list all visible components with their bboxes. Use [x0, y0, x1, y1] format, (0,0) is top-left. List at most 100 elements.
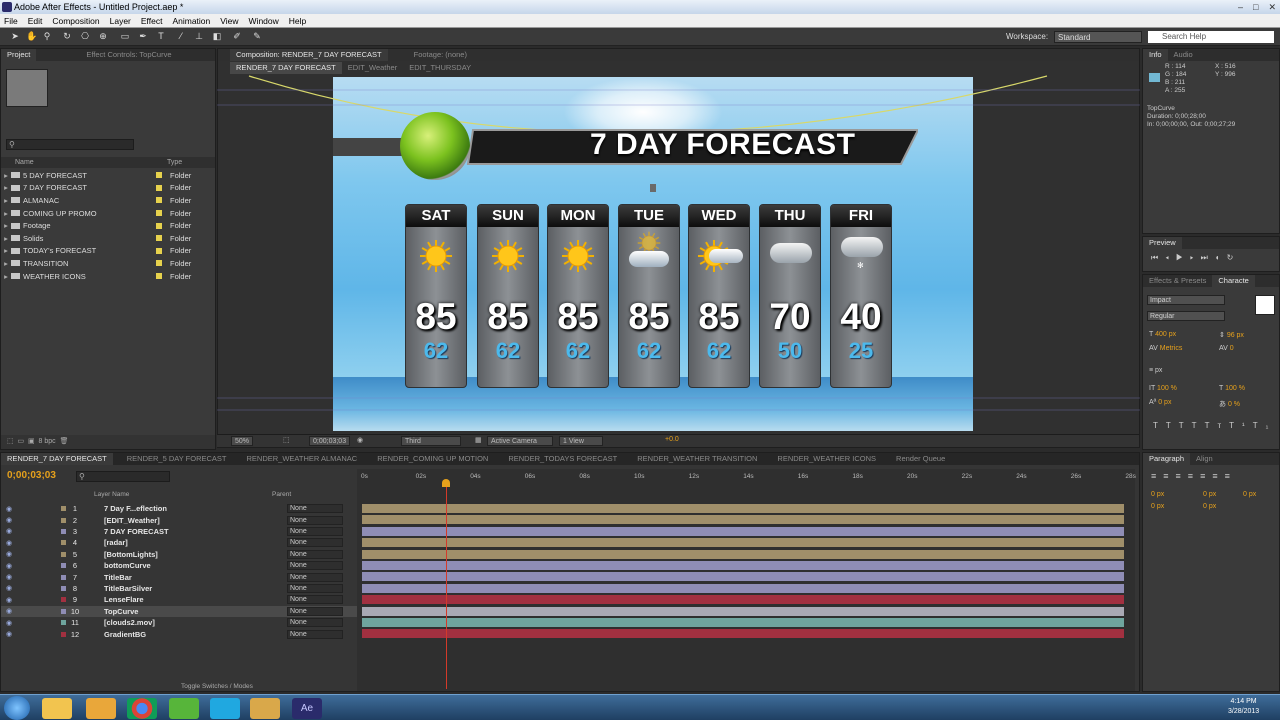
timeline-layer-row[interactable]: ◉ 5 [BottomLights] None [1, 549, 357, 560]
maximize-button[interactable]: □ [1253, 0, 1258, 14]
new-comp-icon[interactable]: ▣ [28, 438, 35, 445]
safe-zones-icon[interactable]: ⬚ [283, 436, 290, 444]
font-family-dropdown[interactable]: Impact [1147, 295, 1225, 305]
faux-bold-icon[interactable]: T [1153, 421, 1166, 430]
project-item[interactable]: ▸ ALMANAC Folder [1, 194, 215, 207]
menu-view[interactable]: View [220, 16, 238, 26]
layer-label-swatch[interactable] [61, 574, 66, 580]
label-color-swatch[interactable] [156, 273, 162, 280]
explorer-icon[interactable] [42, 698, 72, 719]
timeline-search-input[interactable]: ⚲ [76, 471, 170, 482]
tab-character[interactable]: Characte [1212, 275, 1255, 287]
layer-label-swatch[interactable] [61, 551, 66, 557]
playhead-handle[interactable] [442, 479, 450, 487]
indent-left-value[interactable]: 0 px [1151, 491, 1164, 498]
column-parent[interactable]: Parent [272, 491, 291, 498]
layer-name[interactable]: bottomCurve [104, 561, 151, 570]
camera-tool-icon[interactable]: ⎔ [80, 31, 90, 42]
visibility-eye-icon[interactable]: ◉ [6, 562, 12, 570]
tab-footage[interactable]: Footage: (none) [408, 49, 473, 61]
project-item[interactable]: ▸ TRANSITION Folder [1, 257, 215, 270]
anchor-point[interactable] [650, 184, 656, 192]
layer-label-swatch[interactable] [61, 585, 66, 591]
indent-first-value[interactable]: 0 px [1203, 491, 1216, 498]
kerning-value[interactable]: Metrics [1160, 345, 1183, 352]
label-color-swatch[interactable] [156, 247, 162, 254]
tab-effect-controls[interactable]: Effect Controls: TopCurve [36, 49, 177, 61]
hscale-value[interactable]: 100 % [1225, 385, 1245, 392]
parent-dropdown[interactable]: None [287, 629, 343, 639]
align-left-icon[interactable]: ≡ [1151, 471, 1163, 481]
last-frame-icon[interactable]: ⏭ [1201, 253, 1215, 262]
parent-dropdown[interactable]: None [287, 606, 343, 616]
layer-duration-bar[interactable] [362, 606, 1124, 616]
tracking-value[interactable]: 0 [1230, 345, 1234, 352]
layer-label-swatch[interactable] [61, 563, 66, 569]
layer-name[interactable]: 7 Day F...eflection [104, 504, 167, 513]
project-item[interactable]: ▸ TODAY's FORECAST Folder [1, 245, 215, 258]
align-center-icon[interactable]: ≡ [1163, 471, 1175, 481]
visibility-eye-icon[interactable]: ◉ [6, 550, 12, 558]
first-frame-icon[interactable]: ⏮ [1151, 253, 1165, 262]
visibility-eye-icon[interactable]: ◉ [6, 516, 12, 524]
tab-align[interactable]: Align [1190, 453, 1219, 465]
pan-behind-tool-icon[interactable]: ⊕ [98, 31, 108, 42]
project-item[interactable]: ▸ WEATHER ICONS Folder [1, 270, 215, 283]
menu-effect[interactable]: Effect [141, 16, 163, 26]
toggle-switches-modes[interactable]: Toggle Switches / Modes [181, 683, 253, 690]
column-name[interactable]: Name [15, 157, 34, 168]
visibility-eye-icon[interactable]: ◉ [6, 630, 12, 638]
indent-right-value[interactable]: 0 px [1243, 491, 1256, 498]
font-size-value[interactable]: 400 px [1155, 331, 1176, 338]
layer-name[interactable]: [BottomLights] [104, 550, 158, 559]
expand-triangle-icon[interactable]: ▸ [1, 183, 11, 192]
timeline-tab[interactable]: RENDER_WEATHER TRANSITION [631, 453, 763, 465]
layer-duration-bar[interactable] [362, 526, 1124, 536]
timeline-layer-row[interactable]: ◉ 10 TopCurve None [1, 605, 357, 617]
project-item[interactable]: ▸ 5 DAY FORECAST Folder [1, 169, 215, 182]
start-button[interactable] [4, 696, 30, 720]
menu-edit[interactable]: Edit [28, 16, 43, 26]
menu-help[interactable]: Help [289, 16, 306, 26]
menu-animation[interactable]: Animation [172, 16, 210, 26]
parent-dropdown[interactable]: None [287, 538, 343, 548]
faux-italic-icon[interactable]: T [1166, 421, 1179, 430]
menu-layer[interactable]: Layer [110, 16, 131, 26]
mask-tool-icon[interactable]: ▭ [120, 31, 130, 42]
menu-composition[interactable]: Composition [52, 16, 99, 26]
parent-dropdown[interactable]: None [287, 549, 343, 559]
layer-duration-bar[interactable] [362, 629, 1124, 639]
parent-dropdown[interactable]: None [287, 515, 343, 525]
column-type[interactable]: Type [167, 157, 182, 168]
timeline-layer-row[interactable]: ◉ 3 7 DAY FORECAST None [1, 526, 357, 537]
play-icon[interactable]: ▶ [1176, 253, 1190, 262]
green-app-icon[interactable] [169, 698, 199, 719]
after-effects-taskbar-icon[interactable]: Ae [292, 698, 322, 719]
rotate-tool-icon[interactable]: ↻ [62, 31, 72, 42]
label-color-swatch[interactable] [156, 197, 162, 204]
layer-label-swatch[interactable] [61, 620, 66, 626]
current-time-display[interactable]: 0;00;03;03 [309, 436, 351, 446]
leading-value[interactable]: 96 px [1227, 332, 1244, 339]
timeline-tab[interactable]: RENDER_TODAYS FORECAST [502, 453, 623, 465]
text-tool-icon[interactable]: T [156, 31, 166, 42]
layer-name[interactable]: [radar] [104, 538, 128, 547]
timeline-tab[interactable]: RENDER_WEATHER ALMANAC [241, 453, 364, 465]
visibility-eye-icon[interactable]: ◉ [6, 607, 12, 615]
trash-icon[interactable]: 🗑 [60, 438, 69, 445]
tab-project[interactable]: Project [1, 49, 37, 61]
parent-dropdown[interactable]: None [287, 595, 343, 605]
layer-label-swatch[interactable] [61, 528, 66, 534]
timeline-tab[interactable]: Render Queue [890, 453, 951, 465]
snapshot-icon[interactable]: ◉ [357, 436, 363, 444]
justify-left-icon[interactable]: ≡ [1188, 471, 1200, 481]
menu-file[interactable]: File [4, 16, 18, 26]
menu-window[interactable]: Window [249, 16, 279, 26]
timeline-timecode[interactable]: 0;00;03;03 [7, 470, 56, 481]
layer-duration-bar[interactable] [362, 595, 1124, 605]
timeline-layer-row[interactable]: ◉ 9 LenseFlare None [1, 594, 357, 605]
tab-audio[interactable]: Audio [1168, 49, 1199, 61]
chrome-icon[interactable] [127, 698, 157, 719]
layer-duration-bar[interactable] [362, 549, 1124, 559]
label-color-swatch[interactable] [156, 210, 162, 217]
